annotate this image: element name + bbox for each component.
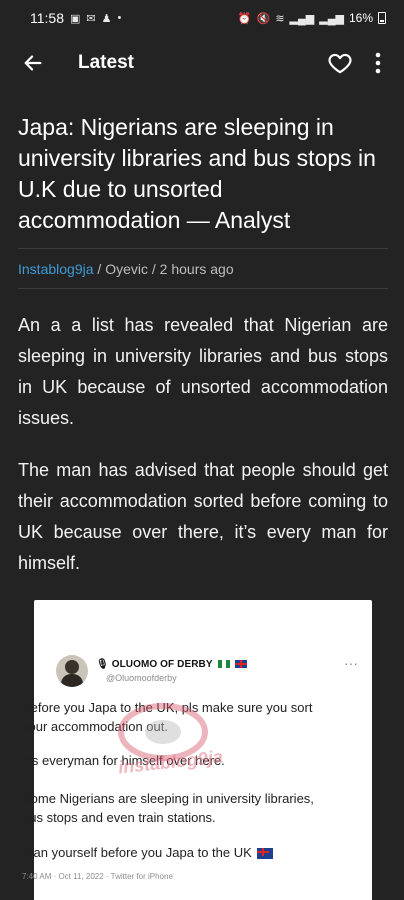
more-options-button[interactable] xyxy=(360,36,396,90)
mute-icon: 🔇 xyxy=(256,12,271,25)
person-notification-icon: ♟ xyxy=(101,12,112,25)
battery-percent: 16% xyxy=(348,11,373,25)
article-paragraph: The man has advised that people should g… xyxy=(18,460,388,573)
uk-flag-icon xyxy=(235,660,248,669)
byline-separator-2: / xyxy=(151,261,160,277)
arrow-left-icon xyxy=(24,55,42,71)
source-link[interactable]: Instablog9ja xyxy=(18,261,94,277)
status-left: 11:58 ▣ ✉ ♟ • xyxy=(30,10,121,26)
signal-icon: ▂▄▆ xyxy=(289,12,315,25)
gallery-notification-icon: ▣ xyxy=(70,12,81,25)
uk-flag-icon xyxy=(257,848,274,860)
status-right: ⏰ 🔇 ≋ ▂▄▆ ▂▄▆ 16% xyxy=(238,11,386,25)
divider-bottom xyxy=(18,288,388,289)
more-vertical-icon xyxy=(375,52,381,74)
app-bar: Latest xyxy=(0,36,404,90)
nigeria-flag-icon xyxy=(218,660,231,669)
heart-outline-icon xyxy=(328,53,352,74)
status-bar: 11:58 ▣ ✉ ♟ • ⏰ 🔇 ≋ ▂▄▆ ▂▄▆ 16% xyxy=(0,0,404,36)
author-name: Oyevic xyxy=(105,261,148,277)
tweet-line: Some Nigerians are sleeping in universit… xyxy=(22,791,314,825)
tweet-line-last: Plan yourself before you Japa to the UK xyxy=(22,843,322,862)
tweet-header: 🎙 OLUOMO OF DERBY @Oluomoofderby ··· xyxy=(56,655,358,691)
status-time: 11:58 xyxy=(30,10,64,26)
signal-2-icon: ▂▄▆ xyxy=(319,12,344,25)
alarm-icon: ⏰ xyxy=(237,12,252,25)
mail-notification-icon: ✉ xyxy=(86,12,96,25)
mic-icon: 🎙 xyxy=(96,659,109,670)
wifi-icon: ≋ xyxy=(275,12,285,25)
tweet-meta: 7:40 AM · Oct 11, 2022 · Twitter for iPh… xyxy=(22,872,173,881)
tweet-line-text: Plan yourself before you Japa to the UK xyxy=(22,845,252,860)
divider-top xyxy=(18,248,388,249)
article-byline: Instablog9ja / Oyevic / 2 hours ago xyxy=(18,261,234,277)
tweet-author-name: 🎙 OLUOMO OF DERBY xyxy=(96,659,248,670)
avatar xyxy=(56,655,88,687)
dot-notification-icon: • xyxy=(117,12,122,24)
article-paragraph: An a a list has revealed that Nigerian a… xyxy=(18,315,388,428)
page-title: Latest xyxy=(78,52,134,73)
article-headline: Japa: Nigerians are sleeping in universi… xyxy=(18,114,376,233)
battery-icon xyxy=(378,12,386,24)
tweet-handle: @Oluomoofderby xyxy=(106,673,177,683)
tweet-author-label: OLUOMO OF DERBY xyxy=(111,659,213,670)
publish-time: 2 hours ago xyxy=(159,261,234,277)
favorite-button[interactable] xyxy=(320,36,360,90)
back-button[interactable] xyxy=(6,36,60,90)
tweet-more-icon: ··· xyxy=(344,655,358,671)
